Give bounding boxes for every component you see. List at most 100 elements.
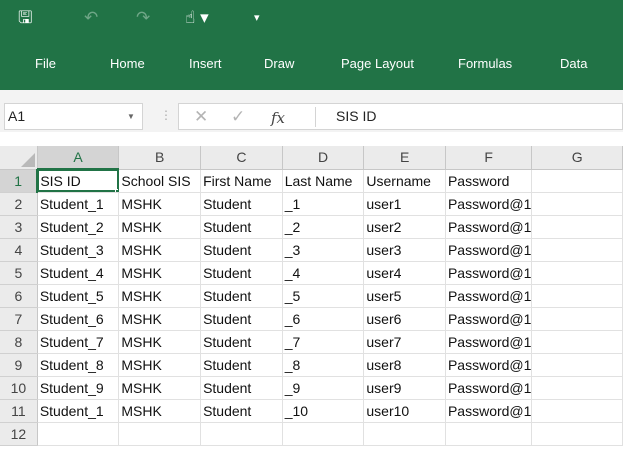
cell-f3[interactable]: Password@1	[445, 215, 533, 239]
cell-d9[interactable]: _8	[282, 353, 365, 377]
cell-e12[interactable]	[363, 422, 446, 446]
customize-toolbar-icon[interactable]: ▾	[254, 7, 260, 29]
cell-e10[interactable]: user9	[363, 376, 446, 400]
cell-c5[interactable]: Student	[200, 261, 283, 285]
cell-a9[interactable]: Student_8	[37, 353, 120, 377]
undo-icon[interactable]: ↶	[84, 7, 98, 29]
row-header-8[interactable]: 8	[0, 330, 38, 354]
save-icon[interactable]: 🖫	[18, 7, 32, 29]
cell-f5[interactable]: Password@1	[445, 261, 533, 285]
cell-f4[interactable]: Password@1	[445, 238, 533, 262]
cell-c1[interactable]: First Name	[200, 169, 283, 193]
row-header-7[interactable]: 7	[0, 307, 38, 331]
cell-a3[interactable]: Student_2	[37, 215, 120, 239]
cell-c2[interactable]: Student	[200, 192, 283, 216]
cell-b5[interactable]: MSHK	[118, 261, 202, 285]
tab-file[interactable]: File	[35, 55, 56, 73]
cell-a4[interactable]: Student_3	[37, 238, 120, 262]
column-header-a[interactable]: A	[37, 146, 120, 170]
select-all-button[interactable]	[0, 146, 38, 170]
column-header-b[interactable]: B	[118, 146, 202, 170]
formula-input-area[interactable]: ✕ ✓ fx SIS ID	[178, 103, 623, 130]
cell-c11[interactable]: Student	[200, 399, 283, 423]
cell-c4[interactable]: Student	[200, 238, 283, 262]
cell-b9[interactable]: MSHK	[118, 353, 202, 377]
cell-c12[interactable]	[200, 422, 283, 446]
row-header-5[interactable]: 5	[0, 261, 38, 285]
name-box[interactable]: A1	[4, 103, 143, 130]
tab-home[interactable]: Home	[110, 55, 145, 73]
cell-e6[interactable]: user5	[363, 284, 446, 308]
cell-a1[interactable]: SIS ID	[37, 169, 120, 193]
cell-e9[interactable]: user8	[363, 353, 446, 377]
cell-e3[interactable]: user2	[363, 215, 446, 239]
cell-g9[interactable]	[531, 353, 623, 377]
cell-b4[interactable]: MSHK	[118, 238, 202, 262]
cell-g12[interactable]	[531, 422, 623, 446]
cell-d4[interactable]: _3	[282, 238, 365, 262]
cell-g5[interactable]	[531, 261, 623, 285]
cell-a7[interactable]: Student_6	[37, 307, 120, 331]
cell-f7[interactable]: Password@1	[445, 307, 533, 331]
column-header-g[interactable]: G	[531, 146, 623, 170]
name-box-dropdown-icon[interactable]: ▼	[127, 112, 135, 121]
cell-b1[interactable]: School SIS	[118, 169, 202, 193]
cell-f12[interactable]	[445, 422, 533, 446]
cell-b7[interactable]: MSHK	[118, 307, 202, 331]
cell-b2[interactable]: MSHK	[118, 192, 202, 216]
row-header-12[interactable]: 12	[0, 422, 38, 446]
cell-d3[interactable]: _2	[282, 215, 365, 239]
row-header-11[interactable]: 11	[0, 399, 38, 423]
cell-a8[interactable]: Student_7	[37, 330, 120, 354]
redo-icon[interactable]: ↷	[136, 7, 150, 29]
cell-g3[interactable]	[531, 215, 623, 239]
column-header-e[interactable]: E	[363, 146, 446, 170]
cell-e11[interactable]: user10	[363, 399, 446, 423]
cell-e8[interactable]: user7	[363, 330, 446, 354]
cell-g4[interactable]	[531, 238, 623, 262]
cell-g10[interactable]	[531, 376, 623, 400]
cell-a11[interactable]: Student_1	[37, 399, 120, 423]
cell-g6[interactable]	[531, 284, 623, 308]
cell-g2[interactable]	[531, 192, 623, 216]
cell-c3[interactable]: Student	[200, 215, 283, 239]
tab-draw[interactable]: Draw	[264, 55, 294, 73]
cell-c10[interactable]: Student	[200, 376, 283, 400]
cell-f6[interactable]: Password@1	[445, 284, 533, 308]
cell-f1[interactable]: Password	[445, 169, 533, 193]
column-header-d[interactable]: D	[282, 146, 365, 170]
cell-e1[interactable]: Username	[363, 169, 446, 193]
cell-a12[interactable]	[37, 422, 120, 446]
column-header-c[interactable]: C	[200, 146, 283, 170]
formula-bar-grip-icon[interactable]: ⋮	[160, 108, 172, 122]
row-header-1[interactable]: 1	[0, 169, 39, 193]
cell-g11[interactable]	[531, 399, 623, 423]
cell-g7[interactable]	[531, 307, 623, 331]
cell-e4[interactable]: user3	[363, 238, 446, 262]
cell-b3[interactable]: MSHK	[118, 215, 202, 239]
cell-d7[interactable]: _6	[282, 307, 365, 331]
cancel-icon[interactable]: ✕	[194, 106, 208, 128]
tab-page-layout[interactable]: Page Layout	[341, 55, 414, 73]
cell-a10[interactable]: Student_9	[37, 376, 120, 400]
cell-f2[interactable]: Password@1	[445, 192, 533, 216]
cell-e7[interactable]: user6	[363, 307, 446, 331]
cell-d12[interactable]	[282, 422, 365, 446]
enter-icon[interactable]: ✓	[231, 106, 245, 128]
touch-mode-icon[interactable]: ☝ ▾	[185, 7, 209, 29]
row-header-4[interactable]: 4	[0, 238, 38, 262]
cell-f11[interactable]: Password@1	[445, 399, 533, 423]
cell-c6[interactable]: Student	[200, 284, 283, 308]
cell-b8[interactable]: MSHK	[118, 330, 202, 354]
cell-a5[interactable]: Student_4	[37, 261, 120, 285]
cell-b10[interactable]: MSHK	[118, 376, 202, 400]
cell-d5[interactable]: _4	[282, 261, 365, 285]
cell-f10[interactable]: Password@1	[445, 376, 533, 400]
cell-c7[interactable]: Student	[200, 307, 283, 331]
cell-d10[interactable]: _9	[282, 376, 365, 400]
cell-d2[interactable]: _1	[282, 192, 365, 216]
cell-b12[interactable]	[118, 422, 202, 446]
insert-function-icon[interactable]: fx	[271, 107, 285, 129]
cell-a6[interactable]: Student_5	[37, 284, 120, 308]
cell-e5[interactable]: user4	[363, 261, 446, 285]
